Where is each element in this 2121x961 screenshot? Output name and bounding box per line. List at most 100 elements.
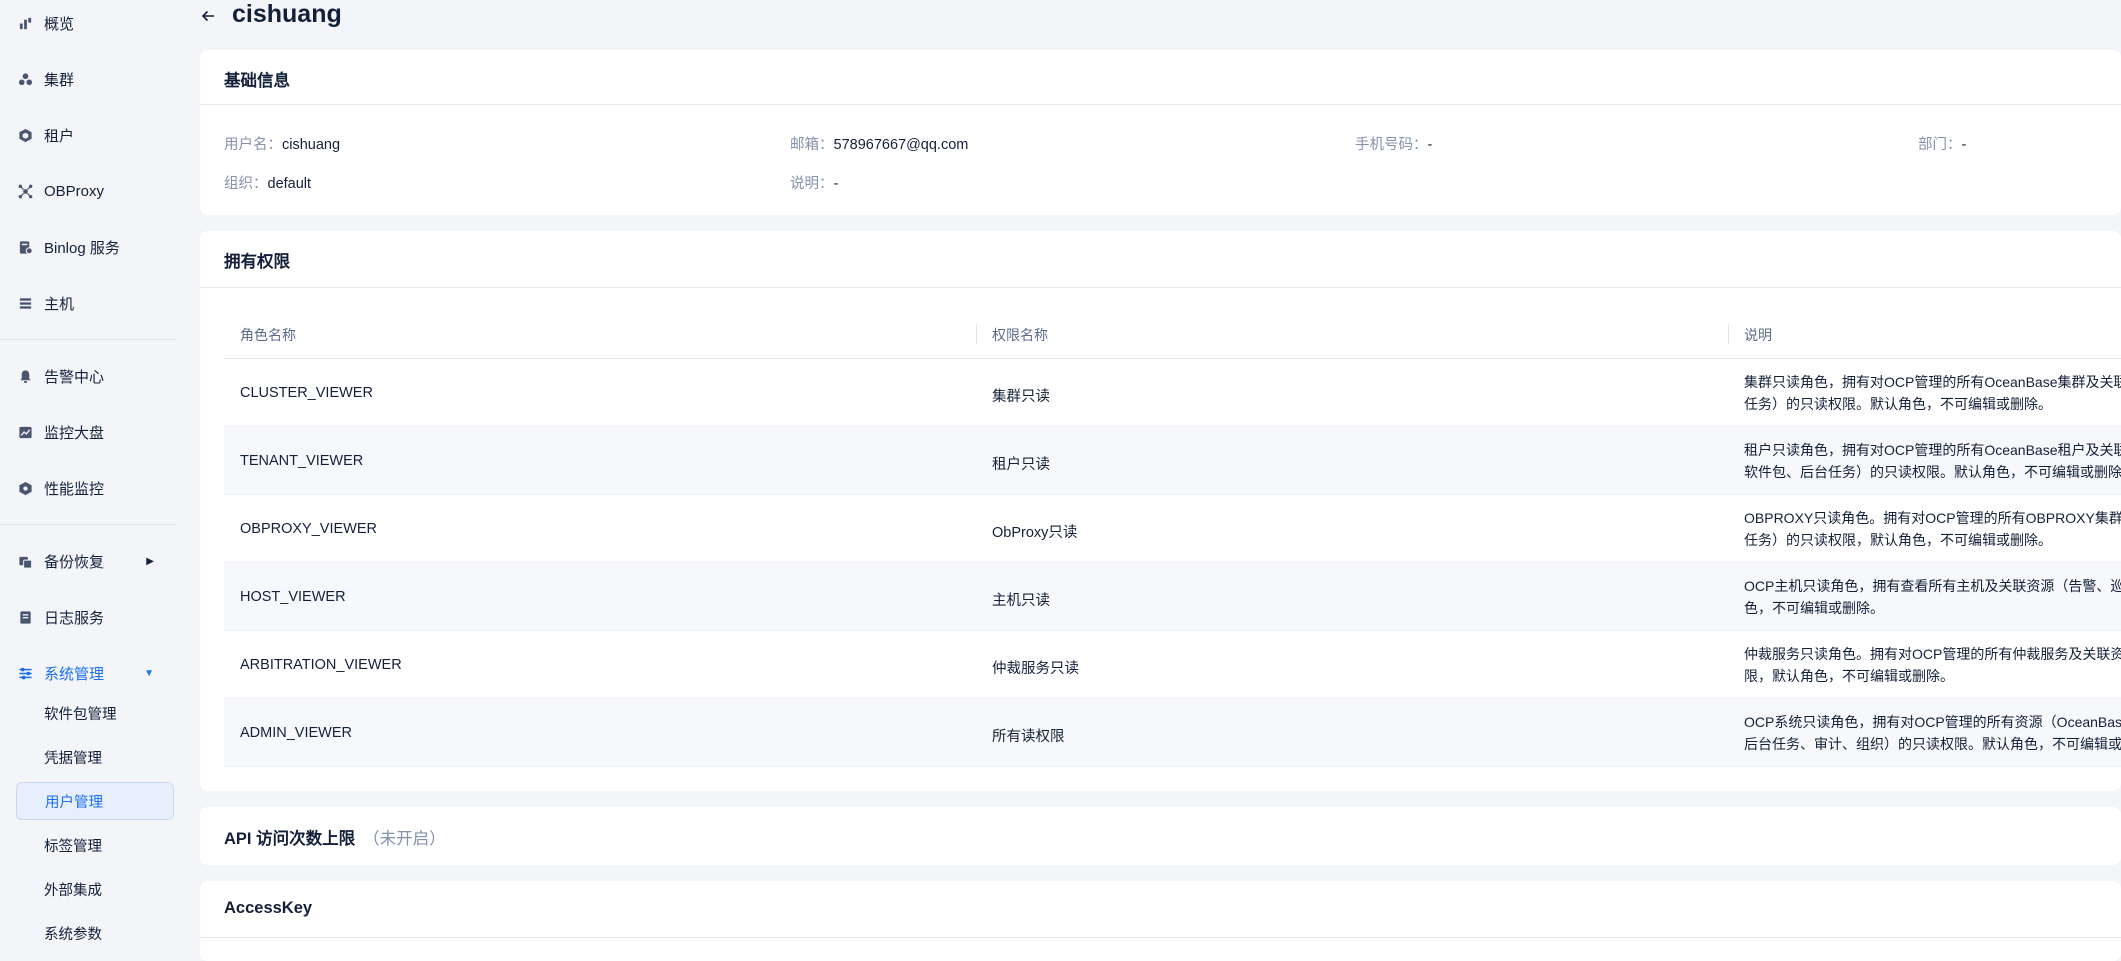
- nav-label: 告警中心: [44, 368, 105, 386]
- description-value: -: [833, 176, 839, 192]
- api-limit-status: （未开启）: [363, 830, 446, 848]
- role-name: ADMIN_VIEWER: [240, 725, 352, 741]
- role-description: OCP系统只读角色，拥有对OCP管理的所有资源（OceanBas 后台任务、审计、…: [1744, 714, 2121, 752]
- dashboard-icon: [16, 423, 34, 441]
- card-title: 拥有权限: [224, 253, 290, 271]
- permission-name: 所有读权限: [992, 729, 1065, 745]
- page-title: cishuang: [232, 0, 342, 28]
- nav-item-obproxy[interactable]: OBProxy: [16, 175, 186, 207]
- role-name: CLUSTER_VIEWER: [240, 385, 373, 401]
- role-description: 仲裁服务只读角色。拥有对OCP管理的所有仲裁服务及关联资 限，默认角色，不可编辑或…: [1744, 646, 2121, 684]
- nav-item-backup[interactable]: 备份恢复 ▶: [16, 545, 186, 577]
- role-name: ARBITRATION_VIEWER: [240, 657, 402, 673]
- table-row: ARBITRATION_VIEWER 仲裁服务只读 仲裁服务只读角色。拥有对OC…: [224, 631, 2121, 699]
- card-title: AccessKey: [224, 899, 313, 917]
- host-icon: [16, 294, 34, 312]
- nav-label: 集群: [44, 71, 75, 89]
- nav-label: 主机: [44, 295, 75, 313]
- nav-label: 性能监控: [44, 480, 105, 498]
- card-title: 基础信息: [224, 72, 290, 90]
- sub-item-credentials[interactable]: 凭据管理: [16, 738, 174, 776]
- backup-icon: [16, 552, 34, 570]
- access-key-card: AccessKey: [200, 881, 2121, 961]
- bell-icon: [16, 367, 34, 385]
- sub-item-integrations[interactable]: 外部集成: [16, 870, 174, 908]
- column-separator: [1728, 324, 1729, 344]
- nav-item-performance[interactable]: 性能监控: [16, 472, 186, 504]
- nav-item-overview[interactable]: 概览: [16, 7, 186, 39]
- settings-icon: [16, 664, 34, 682]
- cluster-icon: [16, 70, 34, 88]
- nav-item-binlog[interactable]: Binlog 服务: [16, 231, 186, 263]
- column-header-permission: 权限名称: [992, 327, 1048, 343]
- sub-item-tags[interactable]: 标签管理: [16, 826, 174, 864]
- role-description: 集群只读角色，拥有对OCP管理的所有OceanBase集群及关联 任务）的只读权限…: [1744, 374, 2121, 412]
- api-limit-card: API 访问次数上限 （未开启）: [200, 807, 2121, 865]
- nav-label: 租户: [44, 127, 75, 145]
- nav-divider: [0, 339, 176, 340]
- table-row: CLUSTER_VIEWER 集群只读 集群只读角色，拥有对OCP管理的所有Oc…: [224, 359, 2121, 427]
- email-field: 邮箱：578967667@qq.com: [790, 137, 969, 153]
- role-name: TENANT_VIEWER: [240, 453, 364, 469]
- nav-item-system-management[interactable]: 系统管理 ▼: [16, 657, 186, 689]
- phone-value: -: [1427, 137, 1433, 153]
- nav-item-dashboard[interactable]: 监控大盘: [16, 416, 186, 448]
- proxy-icon: [16, 182, 34, 200]
- binlog-icon: [16, 238, 34, 256]
- nav-item-cluster[interactable]: 集群: [16, 63, 186, 95]
- permission-name: 主机只读: [992, 593, 1050, 609]
- organization-field: 组织：default: [224, 176, 312, 192]
- table-row: HOST_VIEWER 主机只读 OCP主机只读角色，拥有查看所有主机及关联资源…: [224, 563, 2121, 631]
- table-row: ADMIN_VIEWER 所有读权限 OCP系统只读角色，拥有对OCP管理的所有…: [224, 699, 2121, 767]
- tenant-icon: [16, 126, 34, 144]
- permission-name: 仲裁服务只读: [992, 661, 1079, 677]
- caret-down-icon: ▼: [144, 667, 154, 679]
- username-field: 用户名：cishuang: [224, 137, 341, 153]
- table-header: 角色名称 权限名称 说明: [224, 324, 2121, 353]
- nav-item-alerts[interactable]: 告警中心: [16, 360, 186, 392]
- nav-label: 监控大盘: [44, 424, 105, 442]
- department-value: -: [1961, 137, 1967, 153]
- nav-label: 系统管理: [44, 665, 105, 683]
- back-arrow-icon[interactable]: [196, 4, 220, 28]
- role-description: 租户只读角色，拥有对OCP管理的所有OceanBase租户及关联 软件包、后台任务…: [1744, 442, 2121, 480]
- column-separator: [976, 324, 977, 344]
- organization-value: default: [267, 176, 312, 192]
- card-divider: [200, 937, 2121, 938]
- sub-item-packages[interactable]: 软件包管理: [16, 694, 174, 732]
- sub-item-system-params[interactable]: 系统参数: [16, 914, 174, 952]
- permission-name: ObProxy只读: [992, 525, 1078, 541]
- nav-label: OBProxy: [44, 182, 105, 200]
- phone-field: 手机号码：-: [1355, 137, 1433, 153]
- nav-item-host[interactable]: 主机: [16, 287, 186, 319]
- log-icon: [16, 608, 34, 626]
- column-header-description: 说明: [1744, 327, 1772, 343]
- table-row: OBPROXY_VIEWER ObProxy只读 OBPROXY只读角色。拥有对…: [224, 495, 2121, 563]
- email-value: 578967667@qq.com: [833, 137, 969, 153]
- permission-name: 租户只读: [992, 457, 1050, 473]
- bar-chart-icon: [16, 14, 34, 32]
- role-name: HOST_VIEWER: [240, 589, 346, 605]
- nav-label: 概览: [44, 15, 75, 33]
- permissions-card: 拥有权限 角色名称 权限名称 说明 CLUSTER_VIEWER 集群只读 集群…: [200, 231, 2121, 791]
- nav-label: 日志服务: [44, 609, 105, 627]
- description-field: 说明：-: [790, 176, 839, 192]
- department-field: 部门：-: [1918, 137, 1967, 153]
- performance-icon: [16, 479, 34, 497]
- table-row: TENANT_VIEWER 租户只读 租户只读角色，拥有对OCP管理的所有Oce…: [224, 427, 2121, 495]
- role-name: OBPROXY_VIEWER: [240, 521, 377, 537]
- basic-info-card: 基础信息 用户名：cishuang 邮箱：578967667@qq.com 手机…: [200, 50, 2121, 215]
- username-value: cishuang: [282, 137, 341, 153]
- nav-label: Binlog 服务: [44, 239, 120, 257]
- nav-item-log-service[interactable]: 日志服务: [16, 601, 186, 633]
- card-divider: [200, 287, 2121, 288]
- role-description: OCP主机只读角色，拥有查看所有主机及关联资源（告警、巡 色，不可编辑或删除。: [1744, 578, 2121, 616]
- role-description: OBPROXY只读角色。拥有对OCP管理的所有OBPROXY集群及 任务）的只读权…: [1744, 510, 2121, 548]
- nav-item-tenant[interactable]: 租户: [16, 119, 186, 151]
- column-header-role: 角色名称: [240, 327, 296, 343]
- sidebar: 概览 集群 租户 OBProxy Binlog 服务 主机 告警中心 监控大盘 …: [0, 0, 198, 954]
- nav-divider: [0, 524, 176, 525]
- card-divider: [200, 104, 2121, 105]
- card-title: API 访问次数上限 （未开启）: [224, 830, 446, 848]
- sub-item-users[interactable]: 用户管理: [16, 782, 174, 820]
